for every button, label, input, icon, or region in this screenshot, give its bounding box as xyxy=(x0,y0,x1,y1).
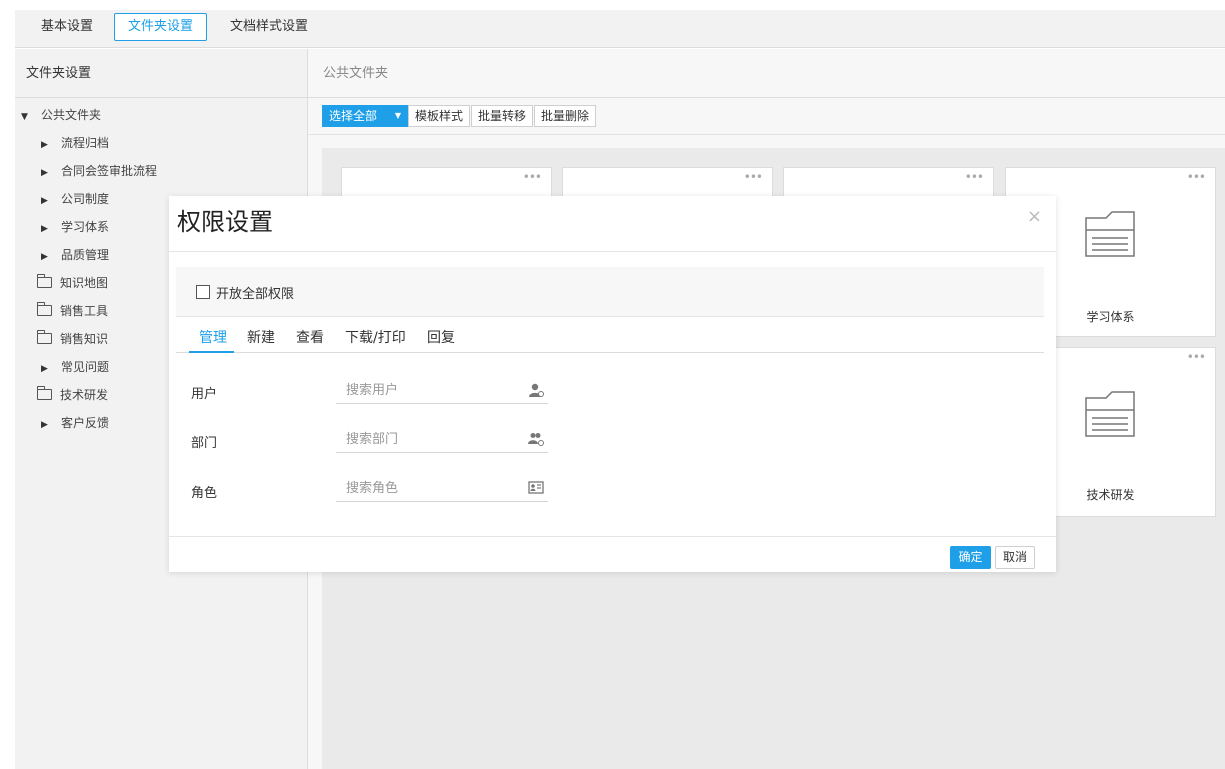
department-search-input[interactable] xyxy=(336,426,516,452)
dialog-title: 权限设置 xyxy=(177,208,273,236)
batch-move-button[interactable]: 批量转移 xyxy=(471,105,534,127)
panel-title: 文件夹设置 xyxy=(15,49,307,98)
select-all-dropdown[interactable]: 选择全部 ▼ xyxy=(322,105,408,127)
more-icon[interactable]: ••• xyxy=(523,170,542,184)
permission-settings-dialog: 权限设置 × 开放全部权限 管理 新建 查看 下载/打印 回复 用户 部门 xyxy=(169,196,1056,572)
more-icon[interactable]: ••• xyxy=(1187,170,1206,184)
caret-down-icon: ▼ xyxy=(394,111,401,120)
folder-icon xyxy=(36,274,52,288)
batch-delete-button[interactable]: 批量删除 xyxy=(534,105,597,127)
folder-icon xyxy=(36,330,52,344)
folder-icon xyxy=(36,302,52,316)
tab-basic-settings[interactable]: 基本设置 xyxy=(27,13,107,41)
tree-item[interactable]: ▶ 流程归档 xyxy=(41,134,109,152)
caret-right-icon[interactable]: ▶ xyxy=(41,360,53,378)
tree-item[interactable]: ▶ 学习体系 xyxy=(41,218,109,236)
tab-reply[interactable]: 回复 xyxy=(427,327,455,347)
id-card-icon[interactable] xyxy=(528,481,544,495)
permission-tabs: 管理 新建 查看 下载/打印 回复 xyxy=(176,316,1044,353)
tree-item-label: 客户反馈 xyxy=(61,416,110,430)
department-search-field xyxy=(336,426,548,453)
divider xyxy=(169,251,1056,252)
folder-icon xyxy=(36,386,52,400)
tree-item-label: 常见问题 xyxy=(61,360,110,374)
tab-document-style-settings[interactable]: 文档样式设置 xyxy=(216,13,322,41)
department-label: 部门 xyxy=(191,436,218,451)
tree-item[interactable]: 技术研发 xyxy=(36,386,109,404)
role-search-field xyxy=(336,475,548,502)
tree-item-label: 品质管理 xyxy=(61,248,110,262)
select-all-label: 选择全部 xyxy=(329,109,378,123)
caret-right-icon[interactable]: ▶ xyxy=(41,136,53,154)
tree-item-label: 销售工具 xyxy=(60,304,109,318)
more-icon[interactable]: ••• xyxy=(965,170,984,184)
user-search-field xyxy=(336,377,548,404)
tree-item[interactable]: ▶ 品质管理 xyxy=(41,246,109,264)
tree-item[interactable]: 知识地图 xyxy=(36,274,109,292)
tab-create[interactable]: 新建 xyxy=(247,327,275,347)
tree-item-label: 技术研发 xyxy=(60,388,109,402)
close-icon[interactable]: × xyxy=(1027,206,1042,227)
tree-item[interactable]: 销售知识 xyxy=(36,330,109,348)
cancel-button[interactable]: 取消 xyxy=(995,546,1035,569)
tree-item-label: 公共文件夹 xyxy=(41,108,102,122)
active-tab-indicator xyxy=(189,351,234,353)
more-icon[interactable]: ••• xyxy=(1187,350,1206,364)
toolbar: 选择全部 ▼ 模板样式 批量转移 批量删除 xyxy=(308,98,1225,135)
tab-manage[interactable]: 管理 xyxy=(199,327,227,347)
caret-right-icon[interactable]: ▶ xyxy=(41,220,53,238)
tab-download-print[interactable]: 下载/打印 xyxy=(345,327,406,347)
breadcrumb: 公共文件夹 xyxy=(308,49,1225,98)
folder-icon xyxy=(1085,211,1135,257)
template-style-button[interactable]: 模板样式 xyxy=(408,105,471,127)
caret-right-icon[interactable]: ▶ xyxy=(41,416,53,434)
more-icon[interactable]: ••• xyxy=(744,170,763,184)
user-search-input[interactable] xyxy=(336,377,516,403)
divider xyxy=(169,536,1056,537)
role-search-input[interactable] xyxy=(336,475,516,501)
tree-item[interactable]: ▶ 公司制度 xyxy=(41,190,109,208)
tree-item[interactable]: ▶ 合同会签审批流程 xyxy=(41,162,157,180)
folder-icon xyxy=(1085,391,1135,437)
caret-right-icon[interactable]: ▶ xyxy=(41,164,53,182)
tree-item-public-folder[interactable]: ▼ 公共文件夹 xyxy=(21,106,101,124)
tree-item-label: 公司制度 xyxy=(61,192,110,206)
tree-item[interactable]: 销售工具 xyxy=(36,302,109,320)
role-label: 角色 xyxy=(191,486,218,501)
tree-item-label: 销售知识 xyxy=(60,332,109,346)
group-icon[interactable] xyxy=(528,432,544,446)
tab-folder-settings[interactable]: 文件夹设置 xyxy=(114,13,208,41)
user-icon[interactable] xyxy=(528,383,544,397)
open-all-permissions-checkbox[interactable] xyxy=(196,285,210,299)
tree-item[interactable]: ▶ 客户反馈 xyxy=(41,414,109,432)
open-all-permissions-row: 开放全部权限 xyxy=(176,267,1044,316)
top-tab-bar: 基本设置 文件夹设置 文档样式设置 xyxy=(15,10,1225,48)
tree-item-label: 合同会签审批流程 xyxy=(61,164,158,178)
caret-right-icon[interactable]: ▶ xyxy=(41,192,53,210)
caret-down-icon[interactable]: ▼ xyxy=(21,108,33,126)
open-all-permissions-label[interactable]: 开放全部权限 xyxy=(216,283,294,302)
tree-item-label: 学习体系 xyxy=(61,220,110,234)
caret-right-icon[interactable]: ▶ xyxy=(41,248,53,266)
tree-item-label: 知识地图 xyxy=(60,276,109,290)
tree-item[interactable]: ▶ 常见问题 xyxy=(41,358,109,376)
tree-item-label: 流程归档 xyxy=(61,136,110,150)
tab-view[interactable]: 查看 xyxy=(296,327,324,347)
user-label: 用户 xyxy=(191,387,218,402)
confirm-button[interactable]: 确定 xyxy=(950,546,991,569)
